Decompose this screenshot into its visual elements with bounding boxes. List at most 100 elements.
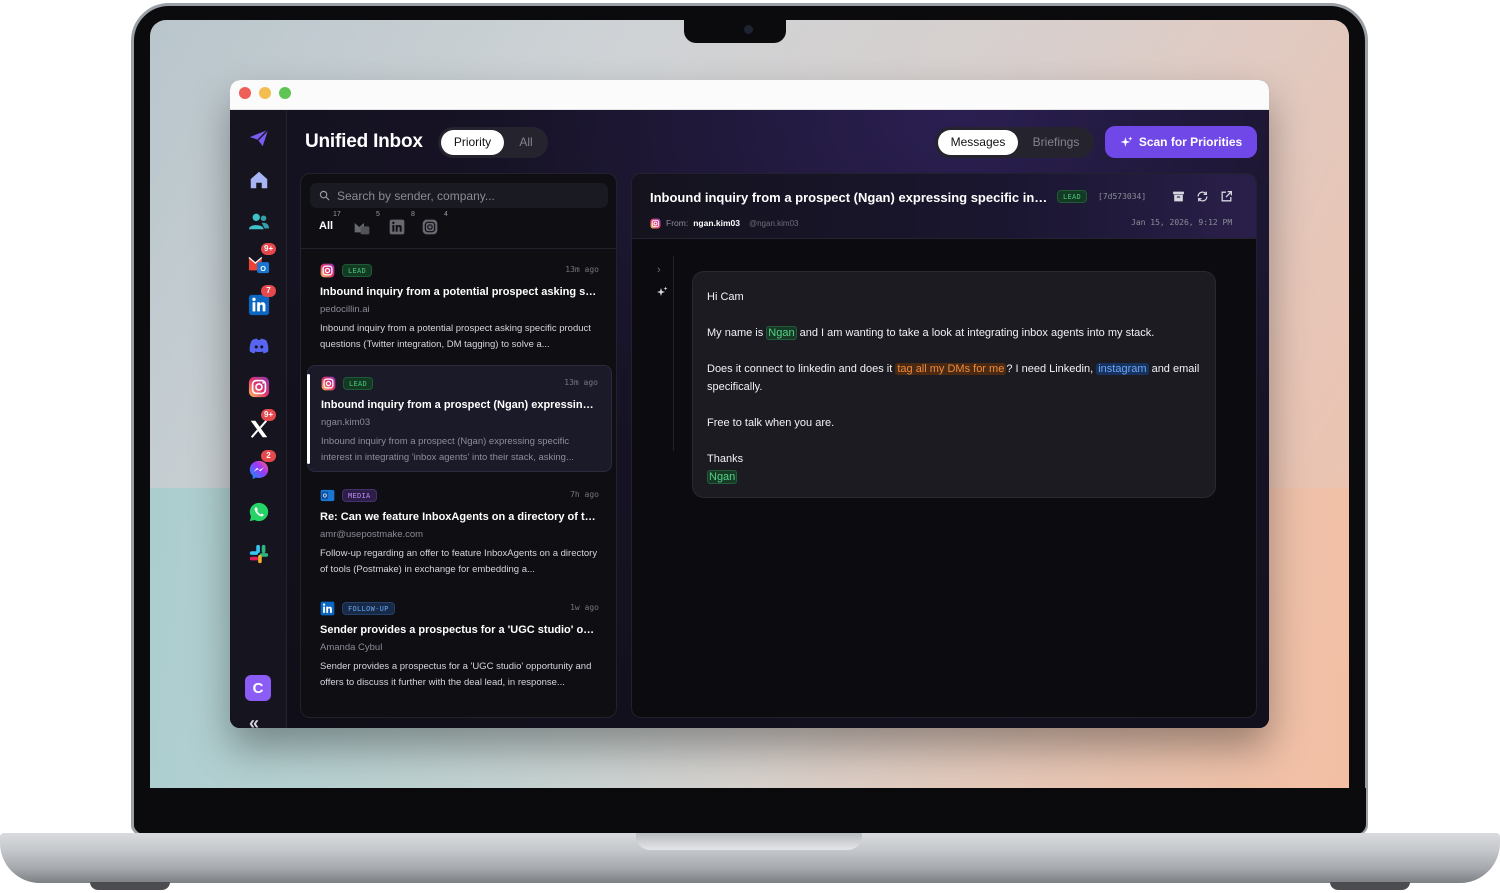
search-input[interactable] bbox=[337, 188, 587, 203]
detail-header: Inbound inquiry from a prospect (Ngan) e… bbox=[632, 174, 1256, 239]
message-list-item-selected[interactable]: LEAD 13m ago Inbound inquiry from a pros… bbox=[307, 365, 612, 472]
window-titlebar bbox=[230, 80, 1269, 110]
body-paragraph: Free to talk when you are. bbox=[707, 417, 835, 429]
body-paragraph: Does it connect to linkedin and does it … bbox=[707, 363, 1200, 393]
refresh-icon[interactable] bbox=[1196, 190, 1209, 203]
detail-subject: Inbound inquiry from a prospect (Ngan) e… bbox=[650, 190, 1050, 205]
entity-highlight-signature[interactable]: Ngan bbox=[707, 470, 738, 484]
message-preview: Inbound inquiry from a prospect (Ngan) e… bbox=[321, 436, 574, 463]
thread-gutter bbox=[673, 256, 674, 451]
message-preview: Follow-up regarding an offer to feature … bbox=[320, 548, 598, 575]
linkedin-icon bbox=[320, 601, 335, 616]
sparkle-icon[interactable] bbox=[656, 286, 668, 298]
priority-tab[interactable]: Priority bbox=[441, 130, 504, 155]
instagram-icon bbox=[321, 376, 336, 391]
app-body: O 9+ 7 9+ 2 C « Unified Inbox Priority A… bbox=[230, 110, 1269, 728]
instagram-icon bbox=[650, 217, 661, 229]
app-window: O 9+ 7 9+ 2 C « Unified Inbox Priority A… bbox=[230, 80, 1269, 728]
messenger-icon[interactable]: 2 bbox=[245, 450, 276, 483]
filter-count: 8 bbox=[411, 211, 415, 218]
channel-filters: All 17 5 8 4 bbox=[319, 211, 599, 238]
lead-tag: LEAD bbox=[343, 377, 374, 390]
page-title: Unified Inbox bbox=[305, 131, 423, 152]
message-list-panel: All 17 5 8 4 LEAD 13m ago Inbound inquir… bbox=[300, 173, 617, 718]
user-avatar[interactable]: C bbox=[245, 675, 271, 701]
view-toggle: Priority All bbox=[438, 127, 548, 158]
message-sender: ngan.kim03 bbox=[321, 417, 371, 428]
message-sender: Amanda Cybul bbox=[320, 642, 383, 653]
discord-icon[interactable] bbox=[245, 332, 272, 359]
follow-up-tag: FOLLOW-UP bbox=[342, 602, 395, 615]
sparkle-icon bbox=[1120, 136, 1133, 147]
from-row: From: ngan.kim03 @ngan.kim03 bbox=[650, 216, 798, 230]
from-name[interactable]: ngan.kim03 bbox=[693, 218, 740, 228]
from-label: From: bbox=[666, 218, 689, 228]
search-bar bbox=[310, 183, 608, 208]
open-external-icon[interactable] bbox=[1220, 190, 1233, 203]
minimize-window-button[interactable] bbox=[259, 87, 271, 99]
search-icon bbox=[319, 190, 330, 201]
body-paragraph: My name is Ngan and I am wanting to take… bbox=[707, 326, 1155, 340]
scan-button-label: Scan for Priorities bbox=[1138, 135, 1243, 149]
camera-icon bbox=[744, 25, 753, 34]
action-highlight[interactable]: tag all my DMs for me bbox=[895, 363, 1007, 375]
message-subject: Inbound inquiry from a potential prospec… bbox=[320, 286, 599, 298]
instagram-icon bbox=[320, 263, 335, 278]
all-tab[interactable]: All bbox=[508, 130, 544, 155]
briefings-tab[interactable]: Briefings bbox=[1021, 130, 1091, 155]
messages-tab[interactable]: Messages bbox=[938, 130, 1018, 155]
message-time: 13m ago bbox=[565, 265, 599, 274]
gmail-outlook-icon[interactable]: O 9+ bbox=[245, 243, 277, 276]
x-icon[interactable]: 9+ bbox=[245, 409, 277, 442]
linkedin-icon[interactable]: 7 bbox=[245, 285, 276, 318]
slack-icon[interactable] bbox=[245, 540, 272, 567]
trackpad-notch bbox=[636, 833, 862, 850]
maximize-window-button[interactable] bbox=[279, 87, 291, 99]
unread-badge: 7 bbox=[261, 285, 276, 297]
message-time: 7h ago bbox=[570, 490, 599, 499]
archive-icon[interactable] bbox=[1172, 190, 1185, 203]
message-subject: Sender provides a prospectus for a 'UGC … bbox=[320, 624, 599, 636]
filter-count: 4 bbox=[444, 211, 448, 218]
divider bbox=[301, 248, 616, 249]
whatsapp-icon[interactable] bbox=[245, 498, 272, 525]
camera-notch bbox=[684, 20, 786, 43]
message-time: 13m ago bbox=[564, 378, 598, 387]
sidebar: O 9+ 7 9+ 2 C « bbox=[230, 110, 287, 728]
message-subject: Re: Can we feature InboxAgents on a dire… bbox=[320, 511, 599, 523]
sign-off: Thanks bbox=[707, 453, 744, 465]
message-list-item[interactable]: O MEDIA 7h ago Re: Can we feature InboxA… bbox=[307, 478, 612, 585]
home-icon[interactable] bbox=[245, 166, 272, 193]
message-preview: Inbound inquiry from a potential prospec… bbox=[320, 323, 591, 350]
message-body: Hi Cam My name is Ngan and I am wanting … bbox=[692, 271, 1216, 498]
chevron-right-icon[interactable]: › bbox=[657, 264, 661, 276]
entity-highlight-name[interactable]: Ngan bbox=[766, 326, 797, 340]
logo-icon[interactable] bbox=[245, 124, 272, 151]
message-list-item[interactable]: LEAD 13m ago Inbound inquiry from a pote… bbox=[307, 253, 612, 360]
instagram-icon[interactable] bbox=[245, 373, 272, 400]
close-window-button[interactable] bbox=[239, 87, 251, 99]
message-preview: Sender provides a prospectus for a 'UGC … bbox=[320, 661, 592, 688]
laptop-foot bbox=[90, 882, 170, 890]
linkedin-icon[interactable] bbox=[389, 219, 405, 235]
detail-view-toggle: Messages Briefings bbox=[935, 127, 1094, 158]
message-list-item[interactable]: FOLLOW-UP 1w ago Sender provides a prosp… bbox=[307, 591, 612, 698]
lead-tag: LEAD bbox=[342, 264, 373, 277]
unread-badge: 9+ bbox=[261, 409, 277, 421]
lead-tag: LEAD bbox=[1057, 190, 1088, 203]
channel-highlight[interactable]: instagram bbox=[1096, 363, 1149, 375]
svg-text:O: O bbox=[323, 494, 327, 500]
instagram-icon[interactable] bbox=[422, 219, 438, 235]
message-date: Jan 15, 2026, 9:12 PM bbox=[1131, 218, 1233, 227]
message-sender: amr@usepostmake.com bbox=[320, 529, 424, 540]
filter-count: 17 bbox=[333, 211, 341, 218]
message-time: 1w ago bbox=[570, 603, 599, 612]
message-subject: Inbound inquiry from a prospect (Ngan) e… bbox=[321, 399, 598, 411]
outlook-icon: O bbox=[320, 489, 335, 502]
bottom-bezel bbox=[134, 788, 1366, 834]
contacts-icon[interactable] bbox=[245, 207, 272, 234]
scan-for-priorities-button[interactable]: Scan for Priorities bbox=[1105, 126, 1257, 158]
collapse-sidebar-button[interactable]: « bbox=[249, 713, 259, 728]
gmail-outlook-icon[interactable] bbox=[354, 219, 370, 235]
filter-all[interactable]: All bbox=[319, 220, 333, 232]
